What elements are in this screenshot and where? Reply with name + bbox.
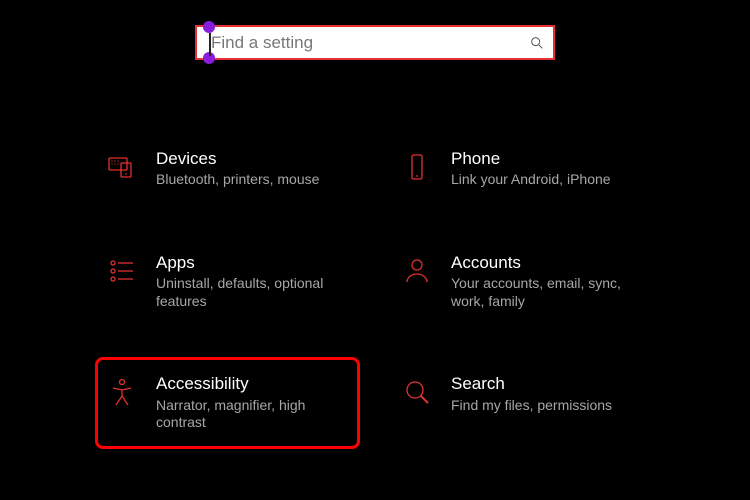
search-box[interactable] [195,25,555,60]
search-input[interactable] [205,32,529,54]
tile-title: Phone [451,149,611,169]
tile-accessibility[interactable]: Accessibility Narrator, magnifier, high … [95,357,360,448]
tile-desc: Find my files, permissions [451,397,612,415]
settings-page: Devices Bluetooth, printers, mouse Phone… [0,0,750,500]
tile-text: Accessibility Narrator, magnifier, high … [156,374,346,431]
tile-title: Devices [156,149,319,169]
tile-search[interactable]: Search Find my files, permissions [390,365,655,440]
tile-text: Accounts Your accounts, email, sync, wor… [451,253,641,310]
tile-text: Devices Bluetooth, printers, mouse [156,149,319,189]
text-caret-icon [209,33,211,56]
apps-icon [104,253,140,289]
tile-text: Search Find my files, permissions [451,374,612,414]
tile-title: Search [451,374,612,394]
tile-accounts[interactable]: Accounts Your accounts, email, sync, wor… [390,244,655,319]
tile-title: Accessibility [156,374,346,394]
tile-devices[interactable]: Devices Bluetooth, printers, mouse [95,140,360,198]
cursor-handle-top-icon [203,21,215,33]
tile-text: Apps Uninstall, defaults, optional featu… [156,253,346,310]
tile-desc: Uninstall, defaults, optional features [156,275,346,310]
magnifier-icon [399,374,435,410]
accounts-icon [399,253,435,289]
tile-text: Phone Link your Android, iPhone [451,149,611,189]
tile-title: Apps [156,253,346,273]
devices-icon [104,149,140,185]
phone-icon [399,149,435,185]
accessibility-icon [104,374,140,410]
tile-phone[interactable]: Phone Link your Android, iPhone [390,140,655,198]
tile-apps[interactable]: Apps Uninstall, defaults, optional featu… [95,244,360,319]
search-icon [529,35,545,51]
tile-desc: Link your Android, iPhone [451,171,611,189]
tile-desc: Bluetooth, printers, mouse [156,171,319,189]
search-container [195,25,555,60]
tile-desc: Your accounts, email, sync, work, family [451,275,641,310]
tile-title: Accounts [451,253,641,273]
tile-desc: Narrator, magnifier, high contrast [156,397,346,432]
settings-grid: Devices Bluetooth, printers, mouse Phone… [95,140,655,441]
